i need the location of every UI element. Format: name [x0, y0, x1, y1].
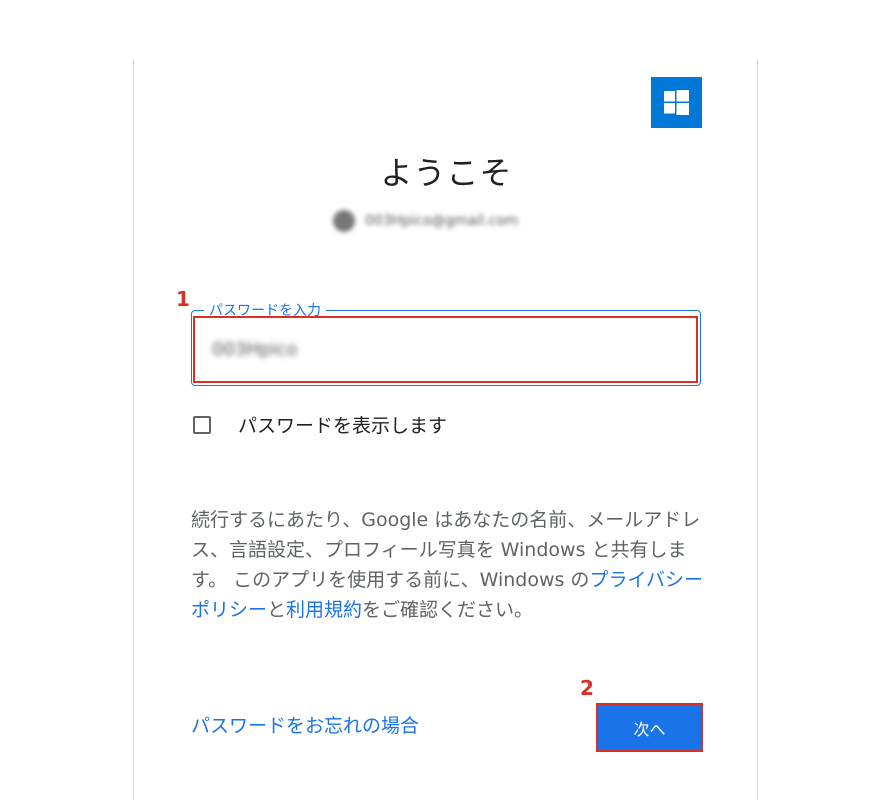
checkbox-icon[interactable]: [193, 415, 211, 434]
windows-logo-icon: [651, 77, 702, 128]
consent-text: 続行するにあたり、Google はあなたの名前、メールアドレス、言語設定、プロフ…: [191, 505, 721, 625]
next-button[interactable]: 次へ: [596, 703, 703, 752]
account-chip: 003Hpico@gmail.com: [333, 207, 519, 235]
consent-part3: をご確認ください。: [362, 599, 534, 621]
show-password-row[interactable]: パスワードを表示します: [193, 411, 447, 438]
avatar: [333, 210, 355, 232]
terms-link[interactable]: 利用規約: [286, 599, 362, 621]
show-password-label: パスワードを表示します: [238, 415, 448, 437]
account-email: 003Hpico@gmail.com: [365, 213, 519, 229]
callout-number-2: 2: [580, 676, 594, 700]
callout-number-1: 1: [176, 287, 190, 311]
forgot-password-link[interactable]: パスワードをお忘れの場合: [191, 711, 419, 738]
consent-part2: と: [267, 599, 287, 621]
password-highlight-box: [193, 316, 698, 383]
page-title: ようこそ: [380, 154, 513, 192]
